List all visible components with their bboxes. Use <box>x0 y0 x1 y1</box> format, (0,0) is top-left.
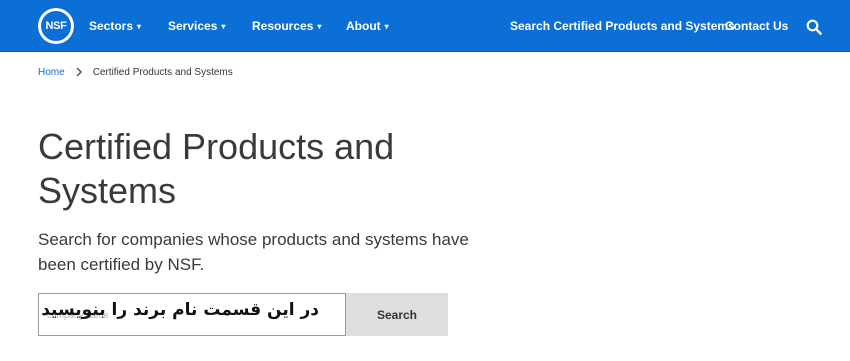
caret-down-icon: ▾ <box>317 21 322 31</box>
caret-down-icon: ▾ <box>221 21 226 31</box>
nav-resources-label: Resources <box>252 19 314 33</box>
nav-services[interactable]: Services ▾ <box>168 0 225 52</box>
top-navigation-bar: NSF Sectors ▾ Services ▾ Resources ▾ Abo… <box>0 0 850 52</box>
breadcrumb: Home Certified Products and Systems <box>38 64 233 80</box>
breadcrumb-current: Certified Products and Systems <box>92 66 233 78</box>
page-title: Certified Products and Systems <box>38 126 395 211</box>
caret-down-icon: ▾ <box>137 21 142 31</box>
company-search-input[interactable] <box>39 294 345 335</box>
page-subtitle: Search for companies whose products and … <box>38 230 469 274</box>
nav-sectors[interactable]: Sectors ▾ <box>89 0 141 52</box>
nav-about[interactable]: About ▾ <box>346 0 389 52</box>
search-button[interactable]: Search <box>346 293 448 336</box>
nav-search-certified-link[interactable]: Search Certified Products and Systems <box>510 0 735 52</box>
nsf-logo[interactable]: NSF <box>38 8 74 44</box>
nsf-logo-text: NSF <box>40 10 72 42</box>
nav-resources[interactable]: Resources ▾ <box>252 0 321 52</box>
nav-services-label: Services <box>168 19 218 33</box>
breadcrumb-home-link[interactable]: Home <box>38 67 65 78</box>
search-icon[interactable] <box>806 19 822 35</box>
caret-down-icon: ▾ <box>384 21 389 31</box>
nav-about-label: About <box>346 19 381 33</box>
nav-contact-link[interactable]: Contact Us <box>725 0 788 52</box>
chevron-right-icon <box>76 67 82 77</box>
company-search-field[interactable]: در این قسمت نام برند را بنویسید <box>38 293 346 336</box>
nav-sectors-label: Sectors <box>89 19 134 33</box>
